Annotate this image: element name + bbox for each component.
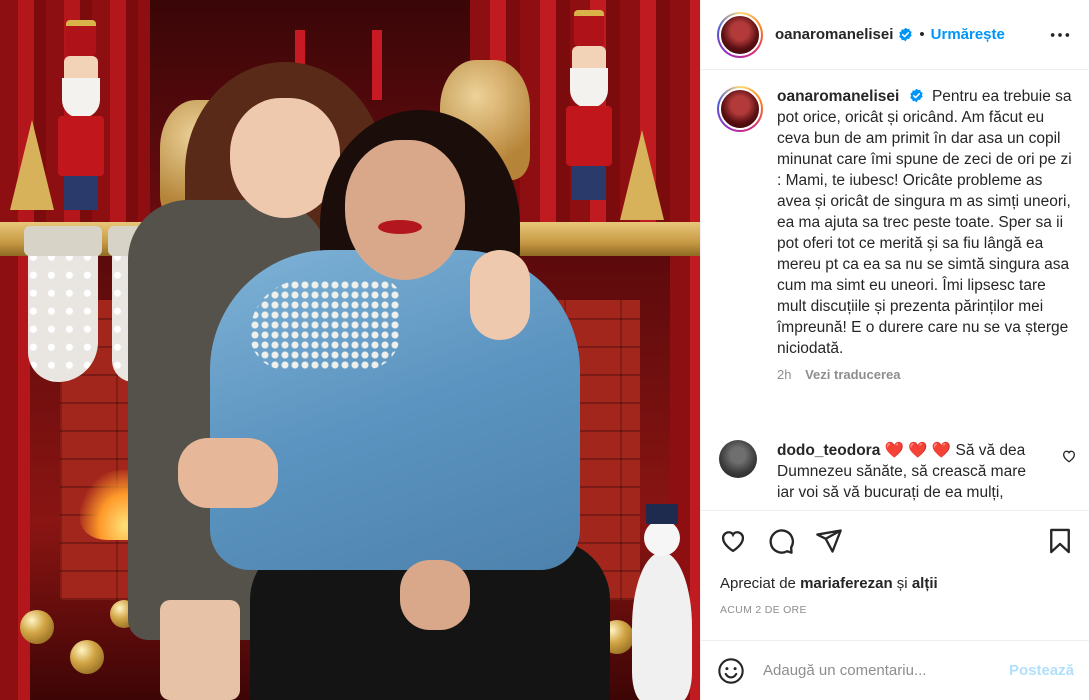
commenter-avatar[interactable]	[719, 440, 757, 478]
caption-text-block: oanaromanelisei Pentru ea trebuie sa pot…	[777, 86, 1077, 359]
verified-badge-icon	[899, 27, 913, 42]
gold-bauble	[70, 640, 104, 674]
holding-hands	[178, 438, 278, 508]
post-side-panel: oanaromanelisei • Urmărește oanaromaneli…	[700, 0, 1089, 700]
heart-icon[interactable]	[719, 527, 747, 555]
woman-face	[345, 140, 465, 280]
comment-input[interactable]	[763, 662, 1009, 679]
snowman-figure	[632, 504, 692, 700]
caption-meta: 2h Vezi traducerea	[777, 367, 1077, 382]
commenter-username[interactable]: dodo_teodora	[777, 442, 880, 459]
bookmark-icon[interactable]	[1046, 527, 1074, 555]
post-photo[interactable]	[0, 0, 700, 700]
see-translation-link[interactable]: Vezi traducerea	[805, 367, 900, 382]
more-options-icon[interactable]	[1048, 24, 1072, 46]
heart-emojis: ❤️ ❤️ ❤️	[884, 442, 952, 459]
emoji-icon[interactable]	[717, 657, 745, 685]
comment-icon[interactable]	[767, 527, 795, 555]
nutcracker-figure	[52, 20, 110, 210]
share-icon[interactable]	[815, 527, 843, 555]
gold-tree-ornament	[10, 120, 54, 210]
follow-button[interactable]: Urmărește	[931, 26, 1005, 43]
woman-lips	[378, 220, 422, 234]
post-timestamp[interactable]: ACUM 2 DE ORE	[720, 604, 807, 616]
post-header: oanaromanelisei • Urmărește	[701, 0, 1089, 70]
hand-on-knee	[400, 560, 470, 630]
comment-body: dodo_teodora ❤️ ❤️ ❤️ Să vă dea Dumnezeu…	[777, 440, 1047, 503]
author-username[interactable]: oanaromanelisei	[775, 26, 893, 43]
caption-username[interactable]: oanaromanelisei	[777, 88, 899, 105]
post-caption: oanaromanelisei Pentru ea trebuie sa pot…	[717, 86, 1077, 382]
girl-legs	[160, 600, 240, 700]
pearl-embellishment	[250, 280, 400, 370]
gold-bauble	[20, 610, 54, 644]
post-actions	[701, 510, 1089, 570]
author-avatar[interactable]	[717, 11, 763, 58]
likes-summary: Apreciat de mariaferezan și alții	[720, 575, 938, 592]
verified-badge-icon	[909, 88, 923, 103]
nutcracker-figure	[560, 10, 618, 200]
candle	[372, 30, 382, 100]
caption-text: Pentru ea trebuie sa pot orice, oricât ș…	[777, 88, 1072, 357]
separator-dot: •	[919, 26, 925, 43]
caption-age[interactable]: 2h	[777, 367, 791, 382]
post-comment-button[interactable]: Postează	[1009, 662, 1074, 679]
comment-heart-icon[interactable]	[1061, 448, 1077, 464]
caption-body: oanaromanelisei Pentru ea trebuie sa pot…	[777, 86, 1077, 382]
liked-by-others[interactable]: alții	[912, 575, 938, 592]
likes-prefix: Apreciat de	[720, 575, 796, 592]
caption-author-avatar[interactable]	[717, 86, 763, 132]
comment-item: dodo_teodora ❤️ ❤️ ❤️ Să vă dea Dumnezeu…	[719, 440, 1079, 503]
gold-tree-ornament	[620, 130, 664, 220]
likes-and: și	[896, 575, 908, 592]
hand-on-shoulder	[470, 250, 530, 340]
add-comment-bar: Postează	[701, 640, 1089, 700]
christmas-stocking	[24, 226, 102, 382]
liked-by-user[interactable]: mariaferezan	[800, 575, 893, 592]
